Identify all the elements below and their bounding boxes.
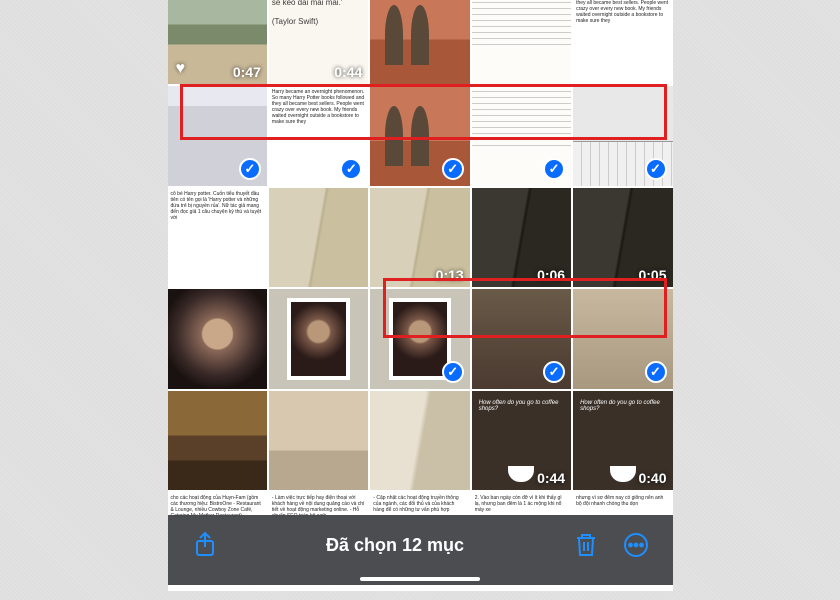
photo-thumbnail[interactable] bbox=[269, 391, 368, 490]
photo-thumbnail[interactable]: ✓ bbox=[472, 86, 571, 185]
video-duration-label: 0:06 bbox=[537, 267, 565, 283]
selection-check-icon: ✓ bbox=[340, 158, 362, 180]
selection-check-icon: ✓ bbox=[645, 361, 667, 383]
photo-thumbnail[interactable]: 0:13 bbox=[370, 188, 469, 287]
photo-thumbnail[interactable]: ✓ bbox=[573, 86, 672, 185]
home-indicator[interactable] bbox=[360, 577, 480, 581]
video-duration-label: 0:44 bbox=[537, 470, 565, 486]
share-button[interactable] bbox=[190, 530, 220, 560]
video-duration-label: 0:13 bbox=[436, 267, 464, 283]
bottom-toolbar: Đã chọn 12 mục bbox=[168, 515, 673, 585]
photo-picker-screen: ♥ 0:47 một thời bạn cho rằng nó sẽ kéo dài… bbox=[168, 0, 673, 585]
photo-thumbnail[interactable]: How often do you go to coffee shops?0:40 bbox=[573, 391, 672, 490]
selection-check-icon: ✓ bbox=[543, 361, 565, 383]
selection-count-label: Đã chọn 12 mục bbox=[220, 535, 571, 556]
selection-check-icon: ✓ bbox=[239, 158, 261, 180]
selection-check-icon: ✓ bbox=[442, 361, 464, 383]
photo-thumbnail[interactable]: cô bé Harry potter. Cuốn tiểu thuyết đầu… bbox=[168, 188, 267, 287]
photo-thumbnail[interactable]: 0:05 bbox=[573, 188, 672, 287]
photo-thumbnail[interactable] bbox=[168, 289, 267, 388]
favorite-heart-icon: ♥ bbox=[176, 60, 186, 78]
photo-thumbnail[interactable]: 0:06 bbox=[472, 188, 571, 287]
selection-check-icon: ✓ bbox=[645, 158, 667, 180]
photo-thumbnail[interactable]: ✓ bbox=[168, 86, 267, 185]
photo-thumbnail[interactable]: ✓ bbox=[573, 289, 672, 388]
photo-thumbnail[interactable]: ♥ 0:47 bbox=[168, 0, 267, 84]
selection-check-icon: ✓ bbox=[543, 158, 565, 180]
photo-thumbnail[interactable] bbox=[168, 391, 267, 490]
photo-thumbnail[interactable]: Harry became an overnight phenomenon. So… bbox=[573, 0, 672, 84]
video-duration-label: 0:47 bbox=[233, 64, 261, 80]
selection-check-icon: ✓ bbox=[442, 158, 464, 180]
video-duration-label: 0:05 bbox=[638, 267, 666, 283]
photo-thumbnail[interactable]: ✓ bbox=[370, 289, 469, 388]
photo-thumbnail[interactable] bbox=[370, 391, 469, 490]
photo-thumbnail[interactable] bbox=[370, 0, 469, 84]
more-button[interactable] bbox=[621, 530, 651, 560]
photo-thumbnail[interactable]: ✓ bbox=[370, 86, 469, 185]
video-duration-label: 0:44 bbox=[334, 64, 362, 80]
photo-thumbnail[interactable]: ✓ bbox=[472, 289, 571, 388]
photo-thumbnail[interactable]: How often do you go to coffee shops?0:44 bbox=[472, 391, 571, 490]
photo-thumbnail[interactable] bbox=[269, 188, 368, 287]
photo-thumbnail[interactable]: Harry became an overnight phenomenon. So… bbox=[269, 86, 368, 185]
delete-button[interactable] bbox=[571, 530, 601, 560]
photo-thumbnail[interactable]: một thời bạn cho rằng nó sẽ kéo dài mãi … bbox=[269, 0, 368, 84]
photo-thumbnail[interactable] bbox=[472, 0, 571, 84]
video-duration-label: 0:40 bbox=[638, 470, 666, 486]
photo-thumbnail[interactable] bbox=[269, 289, 368, 388]
photo-grid: ♥ 0:47 một thời bạn cho rằng nó sẽ kéo dài… bbox=[168, 0, 673, 591]
